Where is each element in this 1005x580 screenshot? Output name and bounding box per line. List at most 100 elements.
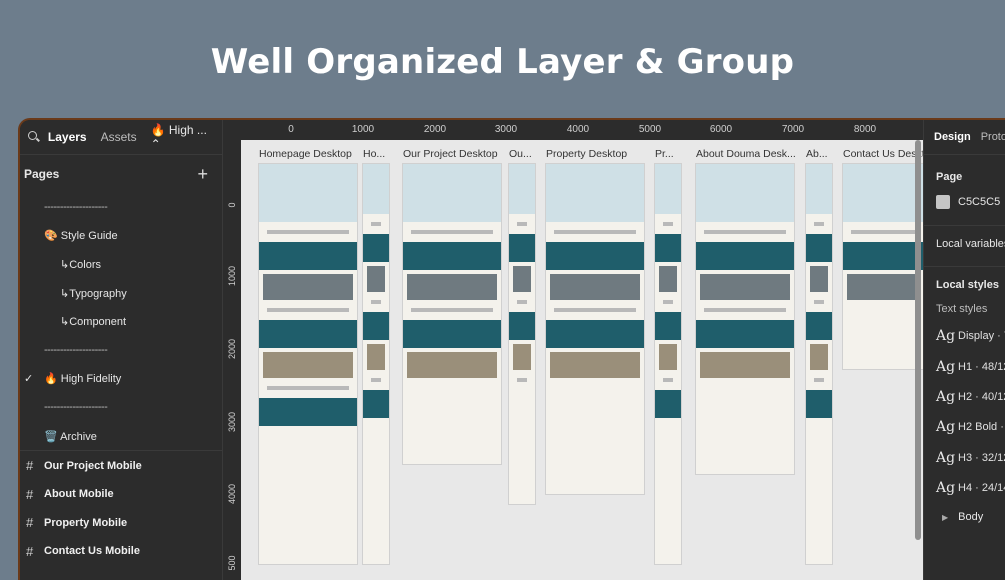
- design-frame[interactable]: [403, 164, 501, 464]
- frame-section: [696, 242, 794, 270]
- text-style-item[interactable]: Ag H4 · 24/14: [924, 473, 1005, 503]
- design-frame[interactable]: [655, 164, 681, 564]
- page-separator[interactable]: --------------------: [20, 336, 222, 365]
- text-style-preview: Ag: [936, 388, 956, 405]
- frame-section: [663, 378, 673, 382]
- frame-layer-item[interactable]: # Contact Us Mobile: [20, 537, 222, 566]
- text-style-name: H3 · 32/12: [958, 451, 1005, 464]
- frame-title[interactable]: Contact Us Deskt: [843, 148, 923, 160]
- page-item-label: 🗑️ Archive: [44, 430, 97, 443]
- frame-section: [263, 352, 353, 378]
- frame-section: [513, 344, 531, 370]
- frame-layer-item[interactable]: # Property Mobile: [20, 509, 222, 538]
- text-style-name: H4 · 24/14: [958, 482, 1005, 495]
- text-style-item[interactable]: Ag H1 · 48/12: [924, 351, 1005, 381]
- page-item[interactable]: 🗑️ Archive: [20, 422, 222, 451]
- frame-layer-label: About Mobile: [44, 488, 114, 501]
- frame-section: [659, 344, 677, 370]
- ruler-tick-label: 3000: [494, 124, 518, 135]
- frame-section: [700, 352, 790, 378]
- text-style-name: H2 · 40/12: [958, 390, 1005, 403]
- frame-title[interactable]: Ab...: [806, 148, 828, 160]
- ruler-horizontal: 0 1000 2000 3000 4000 5000 6000 7000 8000: [223, 120, 923, 140]
- tab-layers[interactable]: Layers: [48, 130, 87, 144]
- design-frame[interactable]: [696, 164, 794, 474]
- frame-section: [696, 320, 794, 348]
- frame-title[interactable]: Property Desktop: [546, 148, 627, 160]
- frame-title[interactable]: Ou...: [509, 148, 532, 160]
- frame-section: [403, 320, 501, 348]
- pages-list: -------------------- 🎨 Style Guide ↳Colors…: [20, 193, 222, 450]
- frame-section: [704, 230, 786, 234]
- design-frame[interactable]: [509, 164, 535, 504]
- design-frame[interactable]: [363, 164, 389, 564]
- frame-layer-label: Contact Us Mobile: [44, 545, 140, 558]
- text-style-preview: Ag: [936, 449, 956, 466]
- frames-list: # Our Project Mobile # About Mobile # Propert…: [20, 450, 222, 565]
- local-variables-link[interactable]: Local variables: [924, 226, 1005, 250]
- frames-area[interactable]: Homepage Desktop Ho... Our Project Desktop…: [241, 140, 923, 580]
- page-color-row[interactable]: C5C5C5: [924, 183, 1005, 209]
- frame-icon: #: [26, 458, 34, 474]
- frame-title[interactable]: Ho...: [363, 148, 385, 160]
- ruler-tick-label: 4000: [227, 483, 237, 504]
- frame-title[interactable]: About Douma Desk...: [696, 148, 796, 160]
- canvas[interactable]: 0 1000 2000 3000 4000 5000 6000 7000 8000 0 1000 2…: [223, 120, 923, 580]
- page-item[interactable]: ↳Colors: [20, 250, 222, 279]
- page-item[interactable]: ↳Component: [20, 307, 222, 336]
- frame-layer-item[interactable]: # About Mobile: [20, 480, 222, 509]
- page-item[interactable]: ✓ 🔥 High Fidelity: [20, 365, 222, 394]
- page-item[interactable]: 🎨 Style Guide: [20, 222, 222, 251]
- design-frame[interactable]: [546, 164, 644, 494]
- tab-design[interactable]: Design: [934, 131, 971, 143]
- text-style-item[interactable]: Ag H2 Bold ·: [924, 412, 1005, 442]
- page-item-label: ↳Colors: [60, 258, 102, 271]
- body-style-group[interactable]: ▶ Body: [924, 503, 1005, 523]
- tab-assets[interactable]: Assets: [101, 130, 137, 144]
- frame-section: [806, 312, 832, 340]
- page-separator[interactable]: --------------------: [20, 193, 222, 222]
- design-panel-tabs: Design Proto: [924, 120, 1005, 155]
- text-style-item[interactable]: Ag Display · 7: [924, 321, 1005, 351]
- canvas-scrollbar[interactable]: [915, 140, 921, 540]
- frame-icon: #: [26, 486, 34, 502]
- text-style-preview: Ag: [936, 480, 956, 497]
- design-frame[interactable]: [843, 164, 923, 369]
- frame-layer-label: Our Project Mobile: [44, 459, 142, 472]
- ruler-tick-label: 3000: [227, 411, 237, 432]
- plus-icon[interactable]: +: [197, 164, 208, 185]
- page-picker[interactable]: 🔥 High ... ⌃: [151, 123, 208, 151]
- search-icon[interactable]: [28, 131, 38, 143]
- frame-section: [267, 230, 349, 234]
- frame-section: [363, 390, 389, 418]
- frame-section: [367, 344, 385, 370]
- pages-title: Pages: [24, 167, 60, 181]
- frame-section: [546, 242, 644, 270]
- frame-title[interactable]: Our Project Desktop: [403, 148, 498, 160]
- layers-panel: Layers Assets 🔥 High ... ⌃ Pages + -----…: [20, 120, 223, 580]
- text-styles-title: Text styles: [936, 303, 988, 315]
- frame-title[interactable]: Pr...: [655, 148, 674, 160]
- frame-hero: [546, 164, 644, 222]
- frame-layer-item[interactable]: # Our Project Mobile: [20, 451, 222, 480]
- text-style-item[interactable]: Ag H3 · 32/12: [924, 443, 1005, 473]
- page-item[interactable]: ↳Typography: [20, 279, 222, 308]
- tab-prototype[interactable]: Proto: [981, 131, 1005, 143]
- frame-hero: [259, 164, 357, 222]
- page-separator[interactable]: --------------------: [20, 393, 222, 422]
- frame-section: [814, 378, 824, 382]
- frame-section: [267, 386, 349, 390]
- page-color-value[interactable]: C5C5C5: [958, 196, 1000, 208]
- ruler-tick-label: 2000: [423, 124, 447, 135]
- page-section-title: Page: [936, 171, 963, 183]
- frame-section: [407, 274, 497, 300]
- frame-section: [550, 352, 640, 378]
- caret-right-icon[interactable]: ▶: [942, 513, 948, 522]
- ruler-tick-label: 6000: [709, 124, 733, 135]
- ruler-tick-label: 500: [227, 555, 237, 571]
- frame-title[interactable]: Homepage Desktop: [259, 148, 352, 160]
- color-swatch[interactable]: [936, 195, 950, 209]
- text-style-item[interactable]: Ag H2 · 40/12: [924, 382, 1005, 412]
- design-frame[interactable]: [259, 164, 357, 564]
- design-frame[interactable]: [806, 164, 832, 564]
